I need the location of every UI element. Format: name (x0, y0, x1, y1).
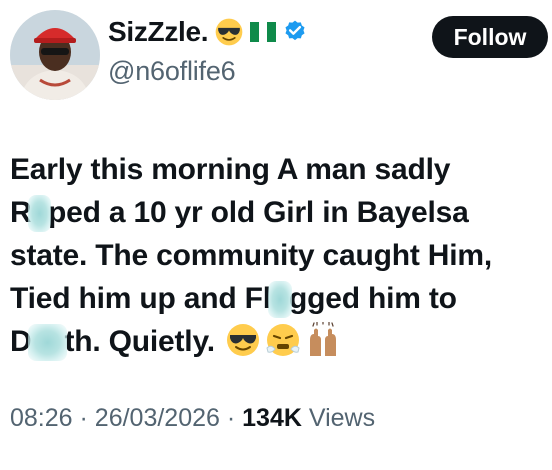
tweet-time[interactable]: 08:26 (10, 404, 73, 432)
tweet-text: Early this morning A man sadly Raped a 1… (10, 148, 548, 363)
views-label: Views (308, 404, 376, 432)
censor-blur: ea (28, 320, 68, 363)
raising-hands-icon (309, 322, 336, 357)
separator: · (79, 404, 88, 432)
tweet-line: Raped a 10 yr old Girl in Bayelsa (10, 191, 548, 234)
author-name-row: SizZzle. (108, 16, 308, 48)
tweet-text-fragment: ped a 10 yr old Girl in Bayelsa (47, 196, 469, 229)
views-count: 134K (242, 404, 302, 432)
tweet-line: Early this morning A man sadly (10, 153, 451, 186)
avatar-image (10, 10, 100, 100)
smiling-face-with-sunglasses-icon (215, 18, 243, 46)
tweet-meta: 08:26 · 26/03/2026 · 134K Views (10, 404, 375, 433)
emoji-group (225, 322, 341, 358)
verified-badge-icon (285, 20, 305, 41)
avatar[interactable] (10, 10, 100, 100)
censor-blur: a (28, 191, 51, 234)
tweet-date[interactable]: 26/03/2026 (95, 404, 220, 432)
follow-button[interactable]: Follow (432, 16, 548, 58)
separator: · (226, 404, 236, 432)
nigeria-flag-icon (250, 22, 277, 42)
tweet-line: Tied him up and Flogged him to (10, 277, 548, 320)
tweet-line: state. The community caught Him, (10, 239, 493, 272)
face-with-steam-icon (266, 324, 300, 357)
tweet-text-fragment: th. Quietly. (64, 325, 215, 358)
smiling-face-with-sunglasses-icon (226, 324, 259, 357)
tweet-text-fragment: Tied him up and Fl (10, 282, 271, 315)
author-handle[interactable]: @n6oflife6 (108, 56, 236, 87)
censor-blur: o (267, 277, 293, 320)
tweet-text-fragment: gged him to (289, 282, 457, 315)
author-display-name[interactable]: SizZzle. (108, 16, 209, 48)
tweet-line: Death. Quietly. (10, 320, 548, 363)
